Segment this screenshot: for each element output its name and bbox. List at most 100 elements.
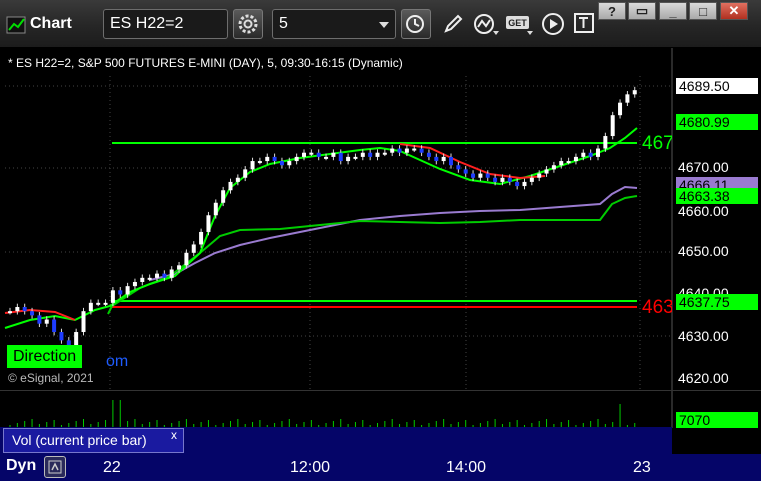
candle-body — [44, 319, 49, 324]
close-button[interactable]: ✕ — [720, 2, 748, 20]
volume-pane[interactable]: 7070 — [0, 390, 761, 428]
candle-body — [257, 161, 262, 164]
volume-value-box: 7070 — [676, 412, 758, 428]
candle-body — [368, 152, 373, 157]
candle-body — [632, 90, 637, 95]
candle-body — [37, 315, 42, 324]
copyright-text: © eSignal, 2021 — [8, 371, 94, 385]
candle-body — [478, 173, 483, 178]
app-title: Chart — [6, 12, 72, 36]
price-axis-label: 4660.00 — [678, 203, 729, 219]
price-axis-label: 4650.00 — [678, 243, 729, 259]
interval-combo[interactable]: 5 — [272, 9, 396, 39]
volume-svg — [9, 391, 673, 428]
candle-body — [177, 265, 182, 270]
text-tool-button[interactable] — [570, 9, 600, 39]
time-label: 22 — [103, 459, 121, 476]
candle-body — [235, 177, 240, 182]
candle-body — [206, 215, 211, 232]
interval-value: 5 — [279, 15, 288, 32]
price-chart[interactable]: * ES H22=2, S&P 500 FUTURES E-MINI (DAY)… — [0, 48, 761, 390]
last-price-box: 4689.50 — [676, 78, 758, 94]
play-button[interactable] — [538, 9, 568, 39]
candle-body — [573, 156, 578, 162]
candle-body — [324, 156, 329, 159]
help-button[interactable]: ? — [598, 2, 626, 20]
price-axis-label: 4620.00 — [678, 370, 729, 386]
chart-logo-icon — [6, 16, 26, 34]
candle-body — [103, 302, 108, 305]
price-axis-label: 4630.00 — [678, 328, 729, 344]
restore-small-button[interactable]: ▭ — [628, 2, 656, 20]
candle-body — [265, 156, 270, 162]
direction-link[interactable]: om — [106, 353, 128, 371]
candle-body — [397, 148, 402, 153]
chart-title: * ES H22=2, S&P 500 FUTURES E-MINI (DAY)… — [8, 56, 403, 70]
candle-body — [581, 152, 586, 157]
candle-body — [228, 181, 233, 191]
candle-body — [353, 156, 358, 159]
candle-body — [456, 165, 461, 170]
candle-body — [199, 231, 204, 245]
candle-body — [551, 165, 556, 170]
ma-green-slow-price-box: 4663.38 — [676, 188, 758, 204]
direction-label[interactable]: Direction — [7, 345, 83, 368]
time-label: 12:00 — [290, 459, 331, 476]
candle-body — [15, 307, 20, 312]
candle-body — [559, 161, 564, 166]
dyn-label: Dyn — [6, 457, 37, 474]
candle-body — [493, 177, 498, 182]
symbol-value: ES H22=2 — [110, 15, 184, 32]
candle-body — [81, 311, 86, 333]
candle-body — [22, 307, 27, 312]
candle-body — [110, 290, 115, 303]
candle-body — [375, 152, 380, 157]
candle-body — [449, 156, 453, 166]
minimize-button[interactable]: _ — [659, 2, 687, 20]
studies-button[interactable] — [471, 9, 501, 39]
symbol-combo[interactable]: ES H22=2 — [103, 9, 228, 39]
candle-body — [140, 277, 145, 282]
study-icon — [474, 14, 499, 35]
app-title-text: Chart — [30, 15, 72, 32]
toolbar: Chart ES H22=2 5 GET ? ▭ _ □ ✕ — [0, 0, 761, 48]
candle-body — [243, 169, 248, 178]
candle-body — [426, 152, 431, 157]
candle-body — [191, 244, 196, 253]
level-price-box: 4637.75 — [676, 294, 758, 310]
candle-body — [184, 252, 189, 266]
candle-body — [147, 277, 152, 280]
candle-body — [88, 302, 93, 312]
candle-body — [566, 161, 571, 164]
candle-body — [360, 152, 365, 157]
level-upper-text: 4675 — [642, 134, 672, 154]
maximize-button[interactable]: □ — [689, 2, 717, 20]
candle-body — [155, 273, 159, 278]
dyn-toggle-button[interactable] — [44, 456, 66, 478]
chevron-down-icon — [379, 22, 389, 28]
candle-body — [419, 148, 424, 153]
text-tool-icon — [574, 13, 594, 33]
time-label: 23 — [633, 459, 651, 476]
volume-bars-group — [9, 400, 636, 428]
volume-study-label[interactable]: Vol (current price bar) — [3, 428, 184, 453]
ma-green-price-box: 4680.99 — [676, 114, 758, 130]
candle-body — [588, 152, 593, 157]
candle-body — [625, 94, 630, 103]
candle-body — [412, 148, 417, 151]
candle-body — [59, 332, 64, 341]
time-template-button[interactable] — [401, 9, 431, 39]
candle-body — [529, 177, 534, 182]
candle-body — [96, 302, 101, 305]
clock-icon — [406, 15, 424, 33]
candle-body — [118, 290, 123, 295]
draw-button[interactable] — [438, 9, 468, 39]
get-label: GET — [508, 18, 527, 28]
settings-button[interactable] — [233, 9, 263, 39]
volume-close-icon[interactable]: x — [171, 428, 177, 442]
get-button[interactable]: GET — [505, 9, 535, 39]
candle-body — [294, 156, 299, 162]
candle-body — [250, 161, 255, 170]
price-chart-svg — [4, 48, 673, 390]
candle-body — [287, 161, 292, 166]
